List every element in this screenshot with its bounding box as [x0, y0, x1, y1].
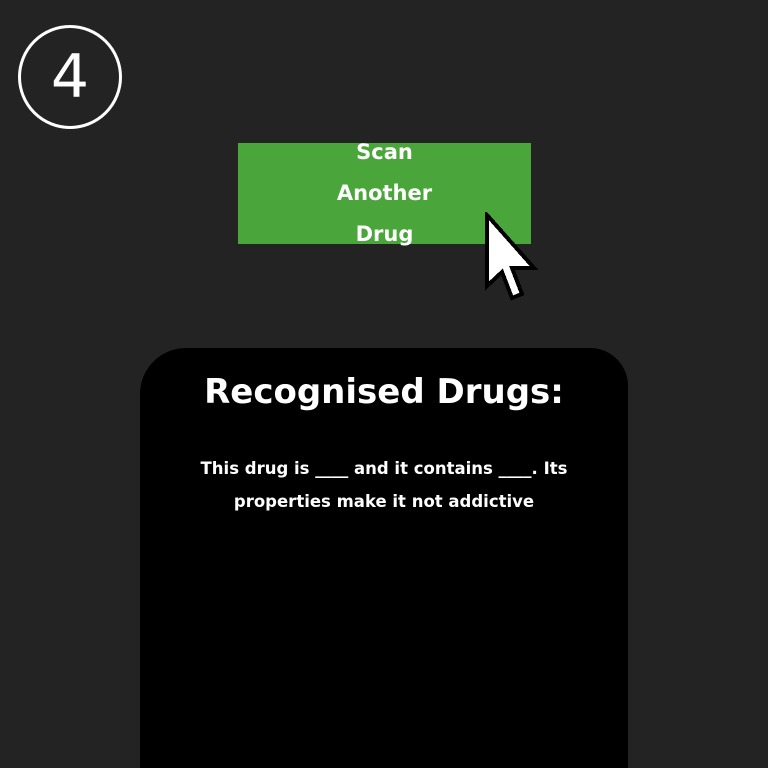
arrow-pointer-icon	[485, 212, 539, 301]
step-number-badge: 4	[18, 25, 122, 129]
results-title: Recognised Drugs:	[204, 372, 564, 412]
step-number: 4	[50, 42, 90, 112]
screen: 4 Scan Another Drug Recognised Drugs: Th…	[0, 0, 768, 768]
results-description: This drug is ____ and it contains ____. …	[200, 459, 568, 511]
scan-another-drug-label: Scan Another Drug	[336, 140, 433, 246]
